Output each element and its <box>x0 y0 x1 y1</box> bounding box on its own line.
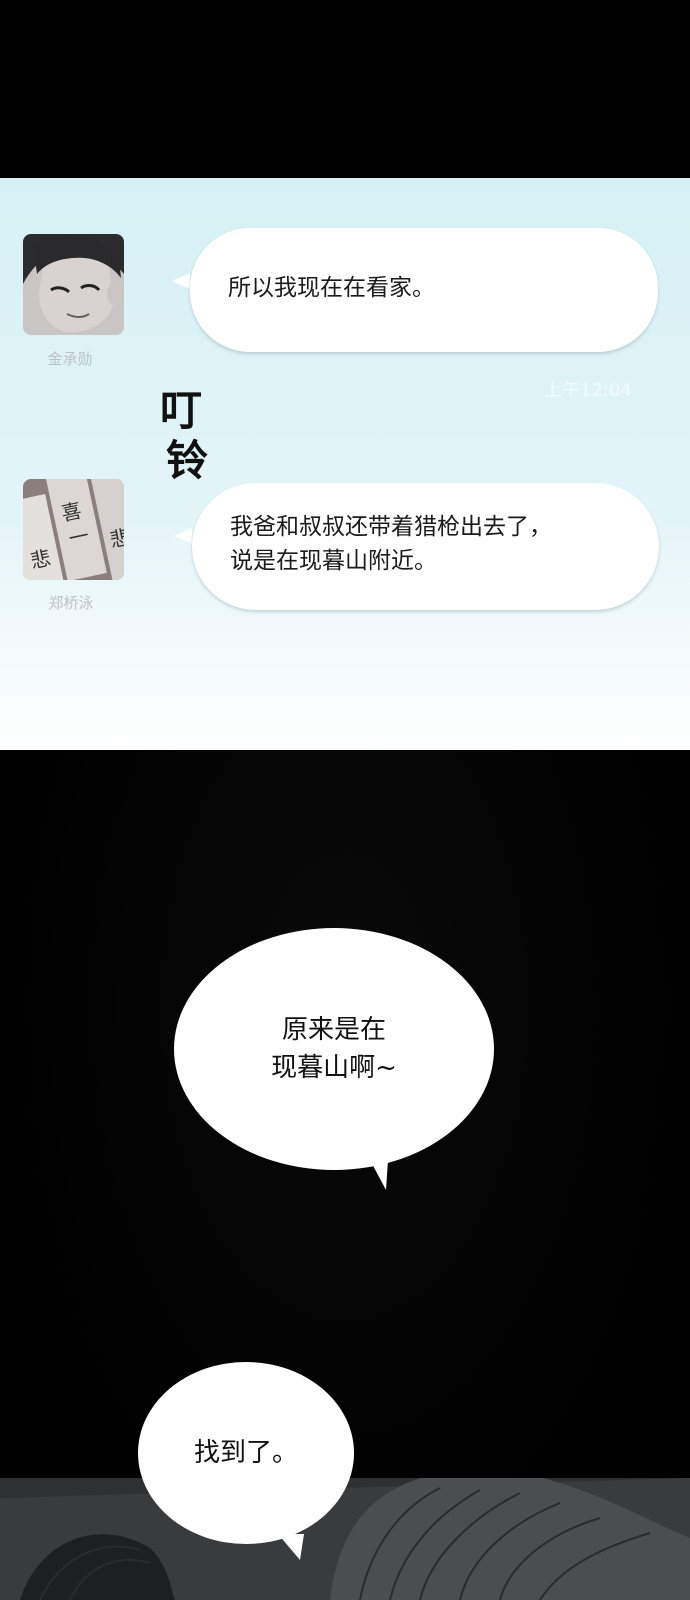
sfx-char-2: 铃 <box>166 436 209 485</box>
speech-tail-1 <box>370 1160 388 1190</box>
paper-talisman-icon: 喜 一 悲 悲 <box>23 479 124 580</box>
avatar-kim <box>23 234 124 335</box>
black-gutter-top <box>0 0 690 178</box>
sound-effect-ding-ling: 叮 铃 <box>160 386 220 486</box>
speech-tail-2 <box>278 1534 304 1560</box>
speech-bubble-1: 原来是在 现暮山啊~ <box>174 928 494 1170</box>
speech-bubble-2: 找到了。 <box>138 1362 354 1544</box>
chat-bubble-1: 所以我现在在看家。 <box>190 228 658 352</box>
boy-portrait-icon <box>23 234 124 335</box>
chat-message-1: 所以我现在在看家。 <box>228 275 435 301</box>
chat-bubble-2: 我爸和叔叔还带着猎枪出去了， 说是在现暮山附近。 <box>192 483 659 610</box>
sender-name-zheng: 郑桥泳 <box>48 594 94 612</box>
bubble-tail <box>174 528 192 544</box>
chat-message-2-line1: 我爸和叔叔还带着猎枪出去了， <box>230 514 552 540</box>
sfx-char-1: 叮 <box>160 386 203 435</box>
hair-illustration <box>0 1478 690 1600</box>
speech-1-line2: 现暮山啊~ <box>271 1053 397 1083</box>
sender-name-kim: 金承勋 <box>47 350 93 368</box>
avatar-zheng: 喜 一 悲 悲 <box>23 479 124 580</box>
speech-2-text: 找到了。 <box>193 1438 298 1468</box>
chat-panel: 金承勋 所以我现在在看家。 上午12:04 叮 铃 喜 一 悲 悲 郑桥泳 我爸… <box>0 178 690 750</box>
message-timestamp: 上午12:04 <box>544 380 632 401</box>
speech-1-line1: 原来是在 <box>281 1015 386 1045</box>
bubble-tail <box>172 273 190 289</box>
chat-message-2-line2: 说是在现暮山附近。 <box>230 548 437 574</box>
